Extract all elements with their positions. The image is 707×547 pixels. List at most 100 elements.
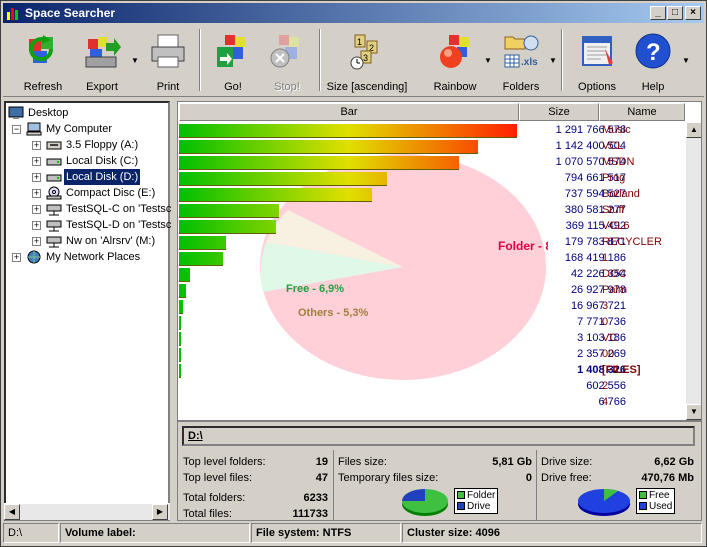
size-bar[interactable]	[179, 300, 183, 314]
stop-button[interactable]: Stop!	[261, 27, 313, 95]
row-name[interactable]: Borland	[602, 187, 640, 202]
column-header-name[interactable]: Name	[599, 103, 685, 121]
row-name[interactable]: RECYCLER	[602, 235, 662, 250]
row-name[interactable]: Music	[602, 123, 631, 138]
expand-icon[interactable]: +	[32, 189, 41, 198]
minimize-button[interactable]: _	[650, 6, 666, 20]
row-name[interactable]: VC	[602, 331, 617, 346]
row-name[interactable]: 1	[602, 251, 608, 266]
column-header-bar[interactable]: Bar	[179, 103, 519, 121]
rainbow-dropdown-icon[interactable]: ▼	[484, 56, 492, 65]
network-places-icon	[27, 250, 41, 264]
stat-label: Drive size:	[541, 456, 593, 468]
xls-badge: .xls	[521, 57, 538, 68]
help-dropdown-icon[interactable]: ▼	[682, 56, 690, 65]
size-bar[interactable]	[179, 156, 459, 170]
size-bar[interactable]	[179, 124, 517, 138]
row-name[interactable]: VCL	[602, 139, 623, 154]
refresh-button[interactable]: Refresh	[11, 27, 75, 95]
tree-horizontal-scrollbar[interactable]: ◀ ▶	[4, 503, 170, 520]
rainbow-icon	[440, 35, 469, 68]
export-dropdown-icon[interactable]: ▼	[131, 56, 139, 65]
row-name[interactable]: 4	[602, 395, 608, 410]
print-button[interactable]: Print	[143, 27, 193, 95]
network-drive-icon	[46, 204, 62, 216]
current-path: D:\	[182, 426, 695, 446]
printer-icon	[151, 34, 185, 68]
tree-label: My Network Places	[46, 251, 141, 263]
export-label: Export	[86, 81, 118, 93]
row-name[interactable]: Stuff	[602, 203, 624, 218]
scroll-right-icon[interactable]: ▶	[152, 504, 168, 520]
tree-label: TestSQL-D on 'Testsc	[66, 219, 172, 231]
tree-label: TestSQL-C on 'Testsc	[66, 203, 172, 215]
options-button[interactable]: Options	[569, 27, 625, 95]
size-bar[interactable]	[179, 140, 478, 154]
rainbow-button[interactable]: Rainbow	[427, 27, 483, 95]
size-bar[interactable]	[179, 172, 387, 186]
help-button[interactable]: ? Help	[627, 27, 679, 95]
title-bar: Space Searcher _ □ ×	[3, 3, 704, 23]
hard-drive-icon	[46, 158, 62, 166]
go-button[interactable]: Go!	[207, 27, 259, 95]
files-legend: Folder Drive	[454, 488, 499, 514]
scroll-down-icon[interactable]: ▼	[686, 404, 701, 420]
window-title: Space Searcher	[25, 6, 116, 20]
size-bar[interactable]	[179, 284, 186, 298]
print-label: Print	[156, 81, 180, 93]
graph-vertical-scrollbar[interactable]: ▲ ▼	[686, 122, 701, 420]
size-bar[interactable]	[179, 364, 181, 378]
hard-drive-icon	[46, 174, 62, 182]
row-name[interactable]: 3	[602, 299, 608, 314]
size-bar[interactable]	[179, 188, 372, 202]
help-label: Help	[641, 81, 665, 93]
close-button[interactable]: ×	[685, 6, 701, 20]
scroll-up-icon[interactable]: ▲	[686, 122, 701, 138]
export-button[interactable]: Export	[75, 27, 129, 95]
refresh-icon	[29, 35, 54, 63]
scroll-left-icon[interactable]: ◀	[4, 504, 20, 520]
tree-label: Local Disk (C:)	[66, 155, 139, 167]
folders-label: Folders	[502, 81, 540, 93]
computer-icon	[26, 122, 42, 136]
size-bar[interactable]	[179, 348, 181, 362]
row-name[interactable]: 0	[602, 315, 608, 330]
toolbar-separator	[199, 29, 201, 91]
size-bar[interactable]	[179, 252, 223, 266]
size-bar[interactable]	[179, 204, 279, 218]
expand-icon[interactable]: +	[32, 205, 41, 214]
row-name[interactable]: 00	[602, 347, 614, 362]
expand-icon[interactable]: +	[32, 157, 41, 166]
expand-icon[interactable]: +	[32, 237, 41, 246]
folders-button[interactable]: .xls Folders	[495, 27, 547, 95]
column-header-size[interactable]: Size	[519, 103, 599, 121]
row-name[interactable]: [FILES]	[602, 363, 641, 378]
row-name[interactable]: DOC	[602, 267, 626, 282]
expand-icon[interactable]: +	[32, 221, 41, 230]
size-bar[interactable]	[179, 316, 181, 330]
toolbar: Refresh Export ▼ Print Go! Stop! 1 2 3 S…	[3, 25, 704, 97]
size-bar[interactable]	[179, 236, 226, 250]
collapse-icon[interactable]: −	[12, 125, 21, 134]
row-name[interactable]: 2	[602, 379, 608, 394]
options-label: Options	[578, 81, 616, 93]
tree-label: 3.5 Floppy (A:)	[66, 139, 139, 151]
size-bar[interactable]	[179, 220, 276, 234]
stat-label: Temporary files size:	[338, 472, 439, 484]
temp-files-size-value: 0	[525, 472, 532, 484]
row-name[interactable]: MSDN	[602, 155, 634, 170]
stat-label: Files size:	[338, 456, 387, 468]
row-name[interactable]: Palm	[602, 283, 627, 298]
toolbar-separator	[561, 29, 563, 91]
folders-dropdown-icon[interactable]: ▼	[549, 56, 557, 65]
size-bar[interactable]	[179, 332, 181, 346]
sort-size-button[interactable]: 1 2 3 Size [ascending]	[323, 27, 411, 95]
maximize-button[interactable]: □	[667, 6, 683, 20]
size-bar[interactable]	[179, 268, 190, 282]
status-cluster-size: Cluster size: 4096	[402, 523, 702, 543]
row-name[interactable]: Prog	[602, 171, 625, 186]
expand-icon[interactable]: +	[32, 141, 41, 150]
row-name[interactable]: VCL6	[602, 219, 630, 234]
expand-icon[interactable]: +	[32, 173, 41, 182]
expand-icon[interactable]: +	[12, 253, 21, 262]
